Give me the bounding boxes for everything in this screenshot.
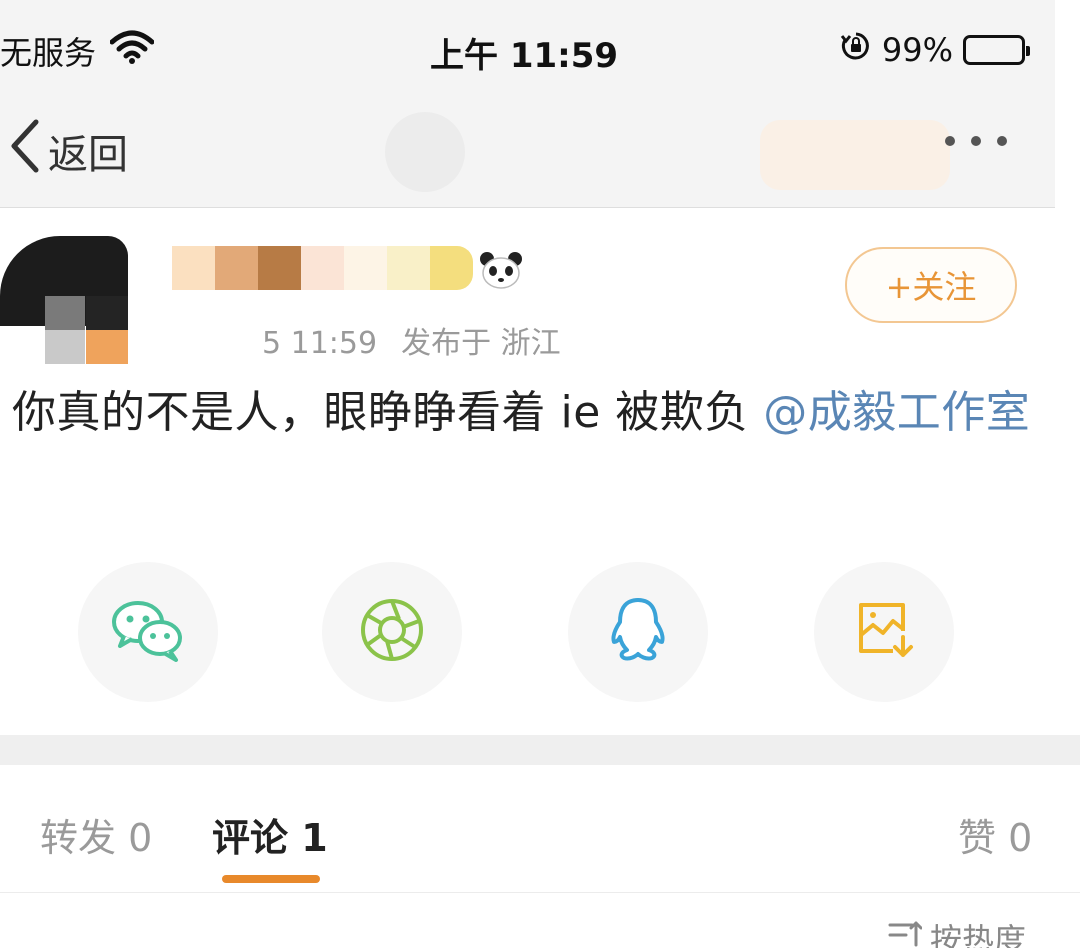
rotation-lock-icon [840, 30, 872, 70]
mosaic-block [215, 246, 258, 290]
mosaic-block [301, 246, 344, 290]
save-image-button[interactable] [814, 562, 954, 702]
battery-icon [963, 35, 1030, 65]
post-body: 你真的不是人，眼睁睁看着 ie 被欺负 [12, 387, 764, 438]
sort-button[interactable]: 按热度 [888, 915, 1026, 948]
post-time: 5 11:59 [262, 326, 378, 361]
sort-icon [888, 919, 923, 948]
moments-icon [359, 597, 425, 667]
share-wechat-button[interactable] [78, 562, 218, 702]
username-redacted[interactable] [172, 246, 473, 290]
mention-link[interactable]: @成毅工作室 [763, 387, 1030, 438]
avatar-mosaic [45, 330, 85, 364]
status-bar: 无服务 上午 11:59 99% [0, 0, 1055, 100]
share-row [0, 562, 1080, 702]
more-dot [945, 136, 955, 146]
mosaic-block [172, 246, 215, 290]
chevron-left-icon [6, 116, 42, 186]
share-moments-button[interactable] [322, 562, 462, 702]
tab-like[interactable]: 赞 0 [958, 807, 1032, 862]
share-qq-button[interactable] [568, 562, 708, 702]
back-label: 返回 [48, 132, 128, 178]
battery-percent: 99% [881, 31, 953, 69]
more-menu-button[interactable] [945, 136, 1007, 146]
sort-label: 按热度 [930, 921, 1027, 948]
status-right: 99% [840, 30, 1030, 70]
avatar-mosaic [86, 330, 128, 364]
interaction-tabs: 转发 0 评论 1 赞 0 [0, 765, 1080, 893]
mosaic-block [387, 246, 430, 290]
nav-bar: 返回 [0, 100, 1055, 208]
post-meta: 5 11:59 发布于 浙江 [262, 318, 561, 362]
more-dot [997, 136, 1007, 146]
wifi-icon [109, 30, 155, 72]
section-divider [0, 735, 1080, 765]
post-location: 发布于 浙江 [401, 326, 561, 361]
carrier-label: 无服务 [0, 34, 97, 72]
mosaic-block [430, 246, 473, 290]
save-image-icon [853, 599, 915, 665]
nav-title-blurred [760, 120, 950, 190]
back-button[interactable]: 返回 [6, 116, 128, 186]
more-dot [971, 136, 981, 146]
status-time: 上午 11:59 [430, 36, 619, 76]
active-tab-indicator [222, 875, 320, 883]
wechat-icon [110, 598, 186, 666]
tab-comment[interactable]: 评论 1 [212, 807, 328, 862]
post-text: 你真的不是人，眼睁睁看着 ie 被欺负 @成毅工作室 [12, 378, 1052, 448]
panda-icon [478, 250, 524, 290]
nav-avatar-blurred [385, 112, 465, 192]
mosaic-block [344, 246, 387, 290]
status-left: 无服务 [0, 28, 155, 74]
follow-button[interactable]: +关注 [845, 247, 1017, 323]
tab-repost[interactable]: 转发 0 [40, 807, 152, 862]
avatar[interactable] [0, 236, 128, 364]
mosaic-block [258, 246, 301, 290]
qq-icon [608, 596, 668, 668]
